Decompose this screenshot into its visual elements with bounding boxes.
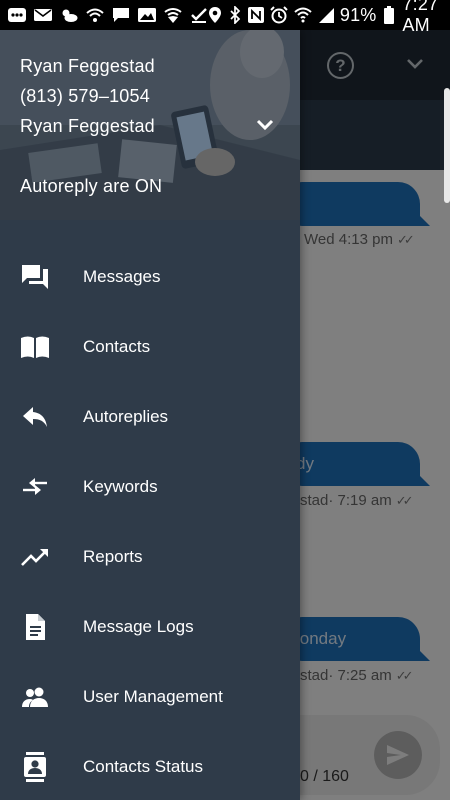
- done-icon: [190, 7, 208, 23]
- menu-label: Message Logs: [83, 617, 194, 636]
- account-selector[interactable]: Ryan Feggestad: [20, 116, 155, 137]
- nfc-icon: [247, 7, 264, 23]
- account-name: Ryan Feggestad: [20, 56, 155, 76]
- wifi-call-icon: [86, 7, 104, 23]
- more-notifications-icon: [8, 7, 26, 23]
- menu-label: User Management: [83, 687, 223, 706]
- alarm-icon: [270, 6, 288, 24]
- trending-up-icon: [20, 542, 50, 572]
- drawer-menu: Messages Contacts Autoreplies Keywords R…: [0, 242, 300, 800]
- menu-item-message-logs[interactable]: Message Logs: [0, 592, 300, 662]
- scrollbar[interactable]: [444, 88, 450, 203]
- autoreply-status: Autoreply are ON: [20, 176, 163, 196]
- account-phone: (813) 579–1054: [20, 86, 150, 106]
- menu-item-keywords[interactable]: Keywords: [0, 452, 300, 522]
- menu-label: Contacts Status: [83, 757, 204, 776]
- bluetooth-icon: [228, 6, 242, 24]
- wifi-icon: [294, 7, 312, 23]
- mail-icon: [34, 7, 52, 23]
- contact-card-icon: [20, 752, 50, 782]
- chevron-down-icon[interactable]: [254, 114, 276, 136]
- menu-item-autoreplies[interactable]: Autoreplies: [0, 382, 300, 452]
- compare-arrows-icon: [20, 472, 50, 502]
- document-icon: [20, 612, 50, 642]
- menu-label: Messages: [83, 267, 161, 286]
- status-bar: 91% 7:27 AM: [0, 0, 450, 35]
- menu-item-contacts[interactable]: Contacts: [0, 312, 300, 382]
- notification-icons: [8, 7, 208, 23]
- signal-icon: [318, 7, 334, 23]
- book-icon: [20, 332, 50, 362]
- shield-wifi-icon: [164, 7, 182, 23]
- menu-label: Autoreplies: [83, 407, 169, 426]
- menu-label: Keywords: [83, 477, 158, 496]
- navigation-drawer: Ryan Feggestad (813) 579–1054 Ryan Fegge…: [0, 30, 300, 800]
- menu-item-reports[interactable]: Reports: [0, 522, 300, 592]
- location-icon: [208, 7, 222, 23]
- people-icon: [20, 682, 50, 712]
- chat-icon: [20, 262, 50, 292]
- menu-label: Reports: [83, 547, 143, 566]
- image-icon: [138, 7, 156, 23]
- account-header: Ryan Feggestad (813) 579–1054 Ryan Fegge…: [0, 30, 300, 220]
- reply-icon: [20, 402, 50, 432]
- menu-item-user-management[interactable]: User Management: [0, 662, 300, 732]
- battery-icon: [383, 6, 397, 24]
- menu-label: Contacts: [83, 337, 151, 356]
- menu-item-messages[interactable]: Messages: [0, 242, 300, 312]
- clock: 7:27 AM: [402, 0, 439, 35]
- message-icon: [112, 7, 130, 23]
- battery-percent: 91%: [339, 4, 377, 25]
- system-icons: 91% 7:27 AM: [208, 0, 450, 36]
- menu-item-contacts-status[interactable]: Contacts Status: [0, 732, 300, 800]
- weather-icon: [60, 7, 78, 23]
